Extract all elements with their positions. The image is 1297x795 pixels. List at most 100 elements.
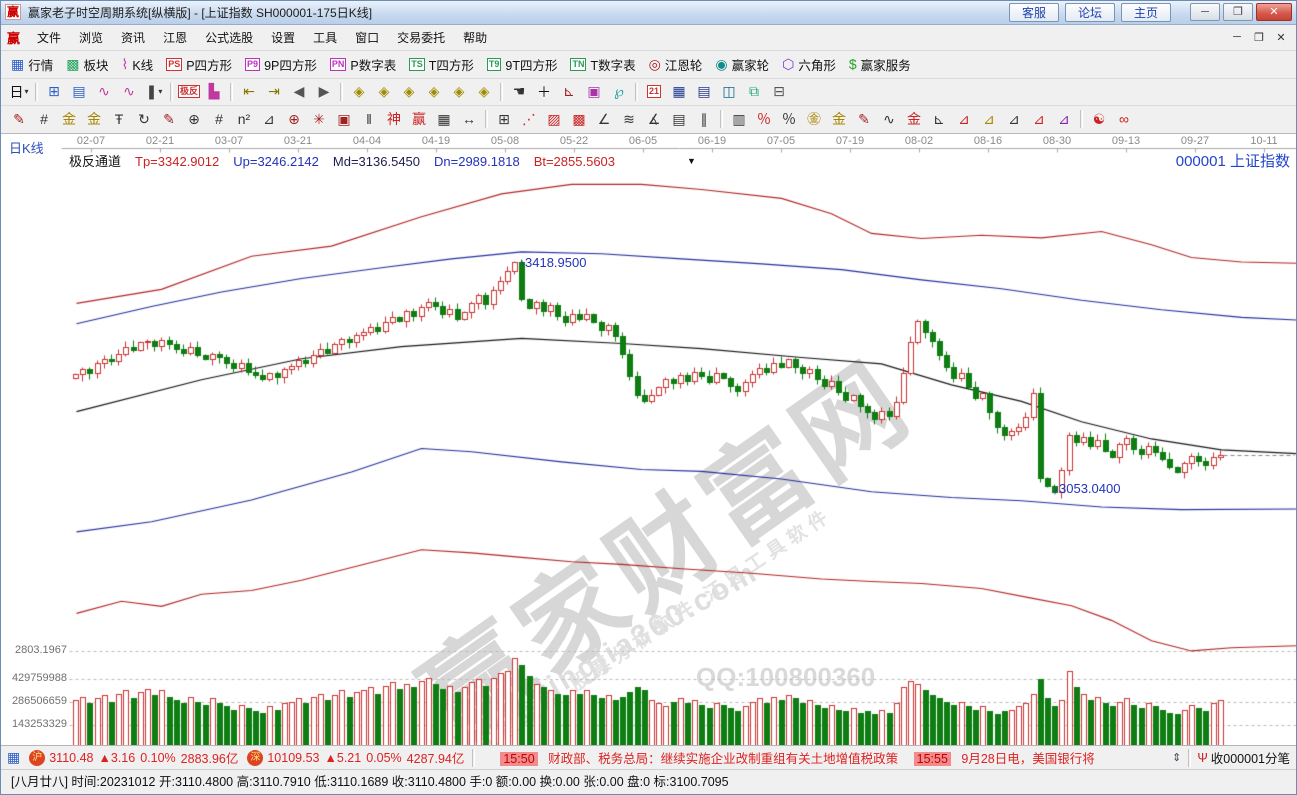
tool-box-tool-icon[interactable]: ⊞ — [492, 108, 516, 130]
tool-color-chart-icon[interactable]: ▙ — [202, 81, 226, 103]
toolbar-item-p-square[interactable]: PSP四方形 — [162, 53, 239, 76]
tool-angle-gold-icon[interactable]: ⊿ — [977, 108, 1001, 130]
tool-export-image-icon[interactable]: ⧉ — [742, 81, 766, 103]
menu-item[interactable]: 交易委托 — [388, 26, 454, 49]
tool-pen-3-icon[interactable]: ✎ — [852, 108, 876, 130]
toolbar-item-quotes[interactable]: ▦行情 — [7, 53, 60, 76]
tool-wave-abc-icon[interactable]: ∿ — [877, 108, 901, 130]
menu-item[interactable]: 浏览 — [70, 26, 112, 49]
news-ticker[interactable]: 15:50 财政部、税务总局：继续实施企业改制重组有关土地增值税政策 15:55… — [488, 748, 1168, 767]
tool-wave-tool-icon[interactable]: ≋ — [617, 108, 641, 130]
tool-tick-lines-icon[interactable]: # — [207, 108, 231, 130]
tool-fan-box-icon[interactable]: ▨ — [542, 108, 566, 130]
tool-chart-small-9-icon[interactable]: ∿ — [117, 81, 141, 103]
tool-scale-list-icon[interactable]: ▥ — [727, 108, 751, 130]
tool-angle-speed-icon[interactable]: ⊿ — [1002, 108, 1026, 130]
menu-item[interactable]: 工具 — [304, 26, 346, 49]
tool-window-view-icon[interactable]: ⊞ — [42, 81, 66, 103]
toolbar-item-kline[interactable]: ⌇K线 — [118, 53, 161, 76]
tool-zoom-h-icon[interactable]: ◈ — [397, 81, 421, 103]
tool-period-day-icon[interactable]: 日▾ — [7, 81, 31, 103]
tool-crosshair-tool-icon[interactable]: ＋ — [532, 81, 556, 103]
tool-shen-tool-icon[interactable]: 神 — [382, 108, 406, 130]
tool-stamp-tool-icon[interactable]: ▣ — [582, 81, 606, 103]
tool-square-web-icon[interactable]: ▣ — [332, 108, 356, 130]
tool-measure-tool-icon[interactable]: ⊾ — [557, 81, 581, 103]
mdi-minimize-button[interactable]: ─ — [1226, 31, 1248, 44]
tool-zoom-v-icon[interactable]: ◈ — [422, 81, 446, 103]
quote-table-icon[interactable]: ▦ — [7, 749, 20, 766]
tool-trend-angle-icon[interactable]: ∡ — [642, 108, 666, 130]
close-button[interactable]: ✕ — [1256, 3, 1292, 21]
menu-item[interactable]: 设置 — [262, 26, 304, 49]
tool-info-view-icon[interactable]: ▤ — [67, 81, 91, 103]
toolbar-item-9t-square[interactable]: T99T四方形 — [483, 53, 565, 76]
tool-hand-tool-icon[interactable]: ☚ — [507, 81, 531, 103]
toolbar-item-t-number[interactable]: TNT数字表 — [566, 53, 642, 76]
tool-zoom-right-icon[interactable]: ◈ — [372, 81, 396, 103]
tool-angle-four-icon[interactable]: ⊿ — [1052, 108, 1076, 130]
tool-percent-red-icon[interactable]: ％ — [752, 108, 776, 130]
tool-zoom-left-icon[interactable]: ◈ — [347, 81, 371, 103]
tool-chart-small-3-icon[interactable]: ∿ — [92, 81, 116, 103]
menu-item[interactable]: 窗口 — [346, 26, 388, 49]
tool-angle-tool-icon[interactable]: ⊿ — [257, 108, 281, 130]
tool-fan-lines-icon[interactable]: ⋰ — [517, 108, 541, 130]
tool-grid-box-icon[interactable]: ▤ — [667, 108, 691, 130]
tool-angle-lines-icon[interactable]: ∠ — [592, 108, 616, 130]
tool-zoom-fit-icon[interactable]: ◈ — [472, 81, 496, 103]
mdi-close-button[interactable]: ✕ — [1270, 31, 1292, 44]
tool-print-icon[interactable]: ⊟ — [767, 81, 791, 103]
tool-clock-cycle-icon[interactable]: ⊕ — [182, 108, 206, 130]
menu-item[interactable]: 江恩 — [154, 26, 196, 49]
tool-ying-tool-icon[interactable]: 赢 — [407, 108, 431, 130]
tool-save-icon[interactable]: ◫ — [717, 81, 741, 103]
news-scroll-spinner[interactable]: ⇕ — [1172, 751, 1181, 764]
tool-angle-cang-icon[interactable]: ⊿ — [1027, 108, 1051, 130]
tool-taiji-icon[interactable]: ☯ — [1087, 108, 1111, 130]
tool-fib-tool-icon[interactable]: Ŧ — [107, 108, 131, 130]
toolbar-item-winner-service[interactable]: $赢家服务 — [845, 53, 918, 76]
tool-span-arrows-icon[interactable]: ↔ — [457, 108, 481, 130]
tool-percent-icon[interactable]: ％ — [777, 108, 801, 130]
tool-web-box-icon[interactable]: ▩ — [567, 108, 591, 130]
tool-calendar-icon[interactable]: 21 — [642, 81, 666, 103]
menu-item[interactable]: 资讯 — [112, 26, 154, 49]
tool-dual-line-icon[interactable]: ǁ — [357, 108, 381, 130]
tool-brain-tool-icon[interactable]: ℘ — [607, 81, 631, 103]
tool-pen-2-icon[interactable]: ✎ — [157, 108, 181, 130]
toolbar-item-hexagon[interactable]: ⬡六角形 — [778, 53, 843, 76]
menu-item[interactable]: 公式选股 — [196, 26, 262, 49]
chart-area[interactable]: 赢家财富网 www.yingjia360.com 赢家江恩软件 股票分析软件 江… — [1, 134, 1296, 745]
tool-angle-f-icon[interactable]: ⊿ — [952, 108, 976, 130]
tool-gold-circle-icon[interactable]: ㊎ — [802, 108, 826, 130]
menu-item[interactable]: 文件 — [28, 26, 70, 49]
tool-grid-123-icon[interactable]: ▦ — [432, 108, 456, 130]
tool-calculator-icon[interactable]: ▦ — [667, 81, 691, 103]
tool-spiral-icon[interactable]: ↻ — [132, 108, 156, 130]
mdi-restore-button[interactable]: ❐ — [1248, 31, 1270, 44]
kline-canvas[interactable] — [1, 134, 1296, 745]
tool-star-web-icon[interactable]: ✳ — [307, 108, 331, 130]
titlebar-button[interactable]: 客服 — [1009, 3, 1059, 22]
tool-gann-circle-icon[interactable]: ⊕ — [282, 108, 306, 130]
minimize-button[interactable]: ─ — [1190, 3, 1220, 21]
tool-cycle-lines-icon[interactable]: # — [32, 108, 56, 130]
tool-go-prev-icon[interactable]: ◀ — [287, 81, 311, 103]
tool-candle-style-icon[interactable]: ❚▾ — [142, 81, 166, 103]
tool-n-square-icon[interactable]: n² — [232, 108, 256, 130]
tool-go-last-icon[interactable]: ⇥ — [262, 81, 286, 103]
tool-gold-red-icon[interactable]: 金 — [902, 108, 926, 130]
tool-gold-line-icon[interactable]: 金 — [827, 108, 851, 130]
tool-jifan-channel-icon[interactable]: 极反 — [177, 81, 201, 103]
tool-notes-icon[interactable]: ▤ — [692, 81, 716, 103]
maximize-button[interactable]: ❐ — [1223, 3, 1253, 21]
toolbar-item-gann-wheel[interactable]: ◎江恩轮 — [645, 53, 710, 76]
toolbar-item-p-number[interactable]: PNP数字表 — [326, 53, 403, 76]
tool-go-first-icon[interactable]: ⇤ — [237, 81, 261, 103]
toolbar-item-winner-wheel[interactable]: ◉赢家轮 — [711, 53, 776, 76]
toolbar-item-9p-square[interactable]: P99P四方形 — [241, 53, 324, 76]
tool-gold-cycle-2-icon[interactable]: 金 — [82, 108, 106, 130]
toolbar-item-blocks[interactable]: ▩板块 — [62, 53, 115, 76]
tool-pen-icon[interactable]: ✎ — [7, 108, 31, 130]
